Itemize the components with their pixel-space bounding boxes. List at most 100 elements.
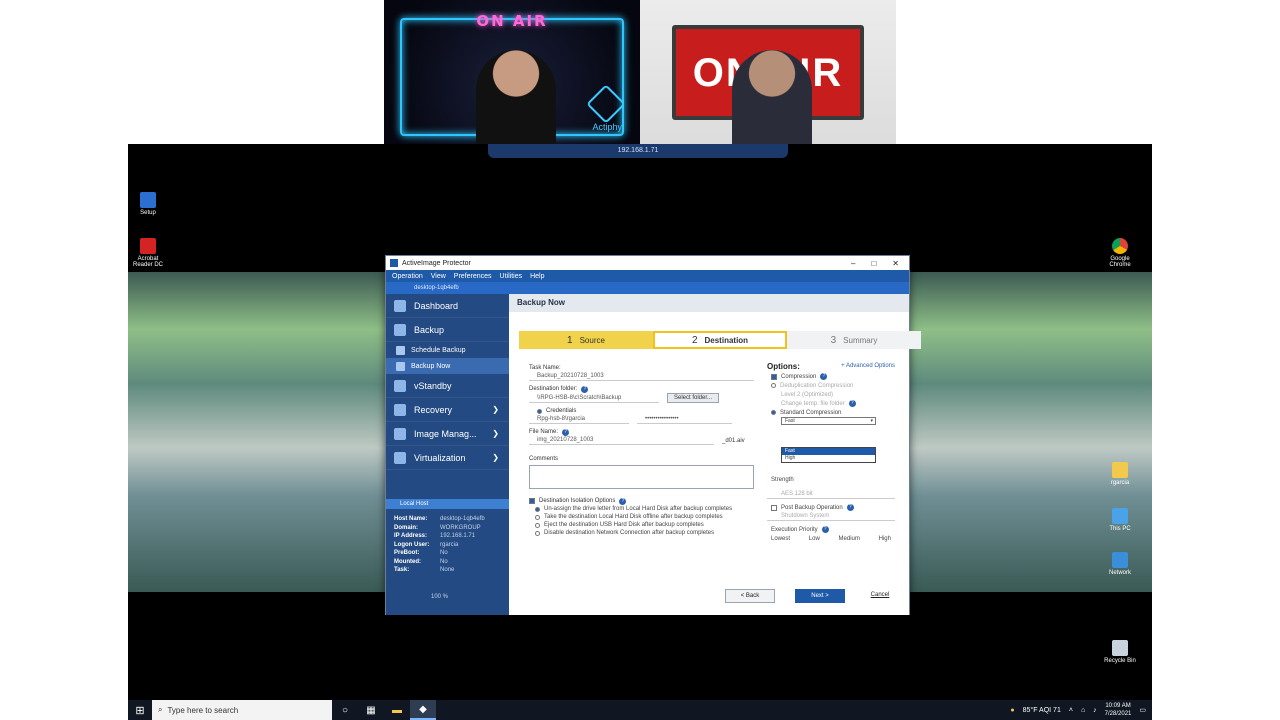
next-button[interactable]: Next > — [795, 589, 845, 603]
encryption-select[interactable]: AES 128 bit — [767, 490, 895, 499]
cortana-icon[interactable]: ○ — [332, 700, 358, 720]
post-backup-select[interactable]: Shutdown System — [767, 512, 895, 521]
isolation-option[interactable]: Eject the destination USB Hard Disk afte… — [529, 521, 754, 529]
menu-operation[interactable]: Operation — [392, 273, 423, 280]
host-info-value: 192.168.1.71 — [440, 533, 476, 539]
host-label: desktop-1qb4efb — [414, 285, 459, 291]
sidebar-item-recovery[interactable]: Recovery ❯ — [386, 398, 509, 422]
local-host-header[interactable]: Local Host — [386, 499, 509, 509]
sidebar-item-label: Virtualization — [414, 452, 466, 463]
comments-textarea[interactable] — [529, 465, 754, 489]
computer-icon — [1112, 508, 1128, 524]
sidebar-item-backup-now[interactable]: Backup Now — [386, 358, 509, 374]
priority-levels[interactable]: Lowest Low Medium High — [767, 534, 895, 544]
cancel-button[interactable]: Cancel — [865, 589, 895, 603]
desktop-icon-recycle-bin[interactable]: Recycle Bin — [1100, 640, 1140, 664]
sidebar-item-virtualization[interactable]: Virtualization ❯ — [386, 446, 509, 470]
info-icon[interactable]: ? — [821, 526, 829, 533]
desktop-icon-this-pc[interactable]: This PC — [1100, 508, 1140, 532]
host-info-key: Logon User: — [394, 541, 430, 548]
isolation-label: Destination Isolation Options — [539, 498, 616, 504]
desktop-icon-chrome[interactable]: Google Chrome — [1100, 238, 1140, 268]
dropdown-option-high[interactable]: High — [782, 455, 875, 462]
window-controls: – □ ✕ — [851, 259, 905, 268]
file-name-label-row: File Name:? — [529, 428, 754, 436]
notification-icon[interactable]: ▭ — [1139, 706, 1146, 714]
menu-preferences[interactable]: Preferences — [454, 273, 492, 280]
windows-start-icon[interactable]: ⊞ — [128, 700, 152, 720]
desktop-icon-setup[interactable]: Setup — [128, 192, 168, 216]
remote-desktop: 192.168.1.71 Setup Acrobat Reader DC Goo… — [128, 144, 1152, 720]
dropdown-option-fast[interactable]: Fast — [782, 448, 875, 455]
sidebar-item-dashboard[interactable]: Dashboard — [386, 294, 509, 318]
remote-connection-bar[interactable]: 192.168.1.71 — [488, 144, 788, 158]
radio-button[interactable] — [535, 530, 540, 536]
step-label: Source — [579, 335, 605, 345]
chevron-up-icon[interactable]: ˄ — [1069, 707, 1073, 714]
sidebar-item-backup[interactable]: Backup — [386, 318, 509, 342]
isolation-option[interactable]: Take the destination Local Hard Disk off… — [529, 513, 754, 521]
desktop-icon-rgarcia[interactable]: rgarcia — [1100, 462, 1140, 486]
close-icon[interactable]: ✕ — [892, 259, 899, 268]
menu-help[interactable]: Help — [530, 273, 544, 280]
step-number: 1 — [567, 334, 573, 346]
menu-utilities[interactable]: Utilities — [500, 273, 523, 280]
credentials-toggle[interactable] — [537, 408, 542, 414]
info-icon[interactable]: ? — [846, 504, 854, 511]
sidebar-item-image-manager[interactable]: Image Manag... ❯ — [386, 422, 509, 446]
step-summary[interactable]: 3 Summary — [787, 331, 921, 349]
network-tray-icon[interactable]: ⌂ — [1081, 707, 1085, 714]
desktop-icon-network[interactable]: Network — [1100, 552, 1140, 576]
chevron-right-icon: ❯ — [492, 405, 499, 414]
desktop-icon-acrobat[interactable]: Acrobat Reader DC — [128, 238, 168, 268]
activeimage-window: ActiveImage Protector – □ ✕ Operation Vi… — [385, 255, 921, 615]
maximize-icon[interactable]: □ — [871, 259, 876, 268]
credentials-user-input[interactable]: Rpg-hsb-8\rgarcia — [529, 415, 629, 424]
advanced-options-link[interactable]: + Advanced Options — [841, 363, 895, 369]
isolation-option[interactable]: Disable destination Network Connection a… — [529, 529, 754, 537]
back-button[interactable]: < Back — [725, 589, 775, 603]
file-explorer-icon[interactable]: ▬ — [384, 700, 410, 720]
dedup-change-label[interactable]: Change temp. file folder — [781, 401, 845, 407]
weather-text[interactable]: 85°F AQI 71 — [1023, 707, 1061, 714]
menu-view[interactable]: View — [431, 273, 446, 280]
radio-button[interactable] — [535, 506, 540, 512]
compression-level-select[interactable]: Fast ▾ — [781, 417, 876, 425]
activeimage-taskbar-icon[interactable]: ◆ — [410, 700, 436, 720]
minimize-icon[interactable]: – — [851, 259, 855, 268]
select-folder-button[interactable]: Select folder... — [667, 393, 720, 403]
radio-button[interactable] — [771, 410, 776, 415]
isolation-option-label: Disable destination Network Connection a… — [544, 530, 715, 536]
task-view-icon[interactable]: ▦ — [358, 700, 384, 720]
info-icon[interactable]: ? — [619, 497, 627, 505]
file-name-input[interactable]: img_20210728_1003 — [529, 436, 714, 445]
step-source[interactable]: 1 Source — [519, 331, 653, 349]
window-titlebar: ActiveImage Protector – □ ✕ — [386, 256, 909, 270]
sidebar-item-label: Schedule Backup — [411, 346, 466, 354]
clock-time: 10:09 AM — [1105, 703, 1131, 709]
destination-folder-select[interactable]: \\RPG-HSB-8\c\Scratch\Backup — [529, 394, 659, 403]
sidebar-item-schedule-backup[interactable]: Schedule Backup — [386, 342, 509, 358]
volume-icon[interactable]: ♪ — [1093, 707, 1097, 714]
info-icon[interactable]: ? — [562, 428, 570, 436]
credentials-password-input[interactable]: •••••••••••••••• — [637, 415, 732, 424]
info-icon[interactable]: ? — [848, 400, 856, 407]
clock[interactable]: 10:09 AM 7/28/2021 — [1105, 702, 1132, 718]
post-backup-checkbox[interactable] — [771, 504, 777, 511]
execution-priority-label-row: Execution Priority? — [767, 525, 895, 534]
radio-button[interactable] — [535, 514, 540, 520]
taskbar-search[interactable]: ⌕ Type here to search — [152, 700, 332, 720]
info-icon[interactable]: ? — [820, 373, 828, 380]
compression-checkbox[interactable] — [771, 373, 777, 380]
radio-button[interactable] — [535, 522, 540, 528]
isolation-checkbox[interactable] — [529, 498, 535, 504]
host-info-value: None — [440, 567, 455, 573]
weather-icon[interactable]: ● — [1010, 707, 1014, 714]
sidebar-item-vstandby[interactable]: vStandby — [386, 374, 509, 398]
step-destination[interactable]: 2 Destination — [653, 331, 787, 349]
radio-button[interactable] — [771, 383, 776, 388]
info-icon[interactable]: ? — [581, 385, 589, 393]
task-name-input[interactable]: Backup_20210728_1003 — [529, 372, 754, 381]
isolation-option[interactable]: Un-assign the drive letter from Local Ha… — [529, 505, 754, 513]
compression-level-value: Fast — [785, 418, 795, 424]
